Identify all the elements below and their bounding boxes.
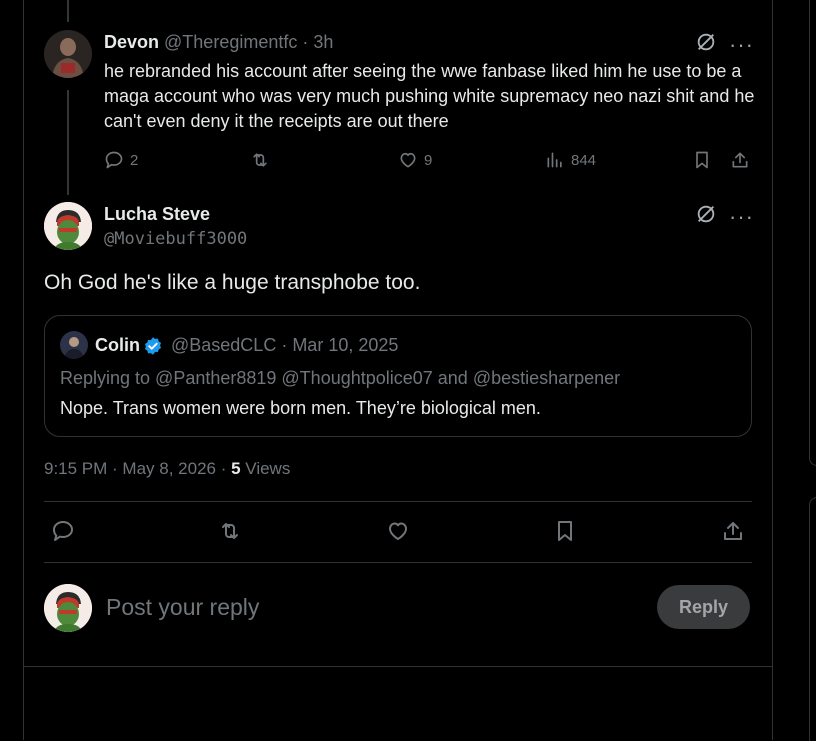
lucha-steve-avatar[interactable] xyxy=(44,202,92,250)
devon-avatar[interactable] xyxy=(44,30,92,78)
heart-icon xyxy=(389,522,407,540)
author-name-text: Lucha Steve xyxy=(104,204,211,224)
share-icon xyxy=(724,522,742,540)
main-author-name[interactable]: Lucha Steve xyxy=(104,204,210,225)
parent-handle-time[interactable]: @Theregimentfc · 3h xyxy=(164,32,333,52)
grok-icon[interactable] xyxy=(695,203,717,230)
share-button[interactable] xyxy=(721,519,745,543)
more-options-icon[interactable]: ··· xyxy=(729,34,754,56)
reply-submit-button[interactable]: Reply xyxy=(657,585,750,629)
divider xyxy=(23,666,773,667)
thread-line-top xyxy=(67,0,69,22)
sidebar-card-edge xyxy=(809,497,816,741)
current-user-avatar[interactable] xyxy=(44,584,92,632)
bookmark-icon xyxy=(558,521,572,541)
sidebar-card-edge xyxy=(809,0,816,466)
heart-icon xyxy=(400,152,416,168)
quoted-tweet-header: Colin @BasedCLC · Mar 10, 2025 xyxy=(95,335,398,356)
reply-button[interactable] xyxy=(51,519,75,543)
quoted-handle-date: @BasedCLC · Mar 10, 2025 xyxy=(171,335,399,355)
reply-icon xyxy=(53,521,73,541)
repost-icon xyxy=(222,523,238,539)
parent-tweet-text: he rebranded his account after seeing th… xyxy=(104,61,755,131)
parent-tweet-header: Devon @Theregimentfc · 3h xyxy=(104,32,333,53)
view-count-number: 5 xyxy=(231,459,241,478)
share-button[interactable] xyxy=(730,150,750,170)
more-options-icon[interactable]: ··· xyxy=(729,206,754,228)
reply-count: 2 xyxy=(130,151,139,169)
tweet-timestamp[interactable]: 9:15 PM · May 8, 2026 · xyxy=(44,459,231,478)
divider xyxy=(44,501,752,502)
quoted-tweet-text: Nope. Trans women were born men. They’re… xyxy=(60,398,541,418)
repost-button[interactable] xyxy=(250,150,270,170)
thread-line xyxy=(67,90,69,195)
like-button[interactable]: 9 xyxy=(398,150,432,170)
reply-button[interactable]: 2 xyxy=(104,150,138,170)
like-button[interactable] xyxy=(386,519,410,543)
divider xyxy=(44,562,752,563)
colin-avatar xyxy=(60,331,88,359)
reply-icon xyxy=(105,151,123,169)
left-column-border xyxy=(23,0,24,740)
view-count: 844 xyxy=(571,151,597,169)
bookmark-button[interactable] xyxy=(692,150,712,170)
share-icon xyxy=(732,152,748,168)
quoted-replying-to: Replying to @Panther8819 @Thoughtpolice0… xyxy=(60,368,621,388)
quoted-author-name: Colin xyxy=(95,335,140,355)
views-label: Views xyxy=(240,459,291,478)
verified-badge-icon xyxy=(145,336,161,355)
views-button[interactable]: 844 xyxy=(545,150,596,170)
repost-icon xyxy=(253,153,267,167)
views-icon xyxy=(547,152,562,168)
like-count: 9 xyxy=(424,151,433,169)
right-column-border xyxy=(772,0,773,740)
grok-icon[interactable] xyxy=(695,31,717,58)
tweet-timestamp-line: 9:15 PM · May 8, 2026 · 5 Views xyxy=(44,459,290,479)
reply-input[interactable]: Post your reply xyxy=(106,594,259,621)
bookmark-button[interactable] xyxy=(553,519,577,543)
repost-button[interactable] xyxy=(218,519,242,543)
bookmark-icon xyxy=(696,151,708,169)
main-author-handle[interactable]: @Moviebuff3000 xyxy=(104,229,247,249)
parent-author-name[interactable]: Devon xyxy=(104,32,159,52)
main-tweet-text: Oh God he's like a huge transphobe too. xyxy=(44,271,421,294)
